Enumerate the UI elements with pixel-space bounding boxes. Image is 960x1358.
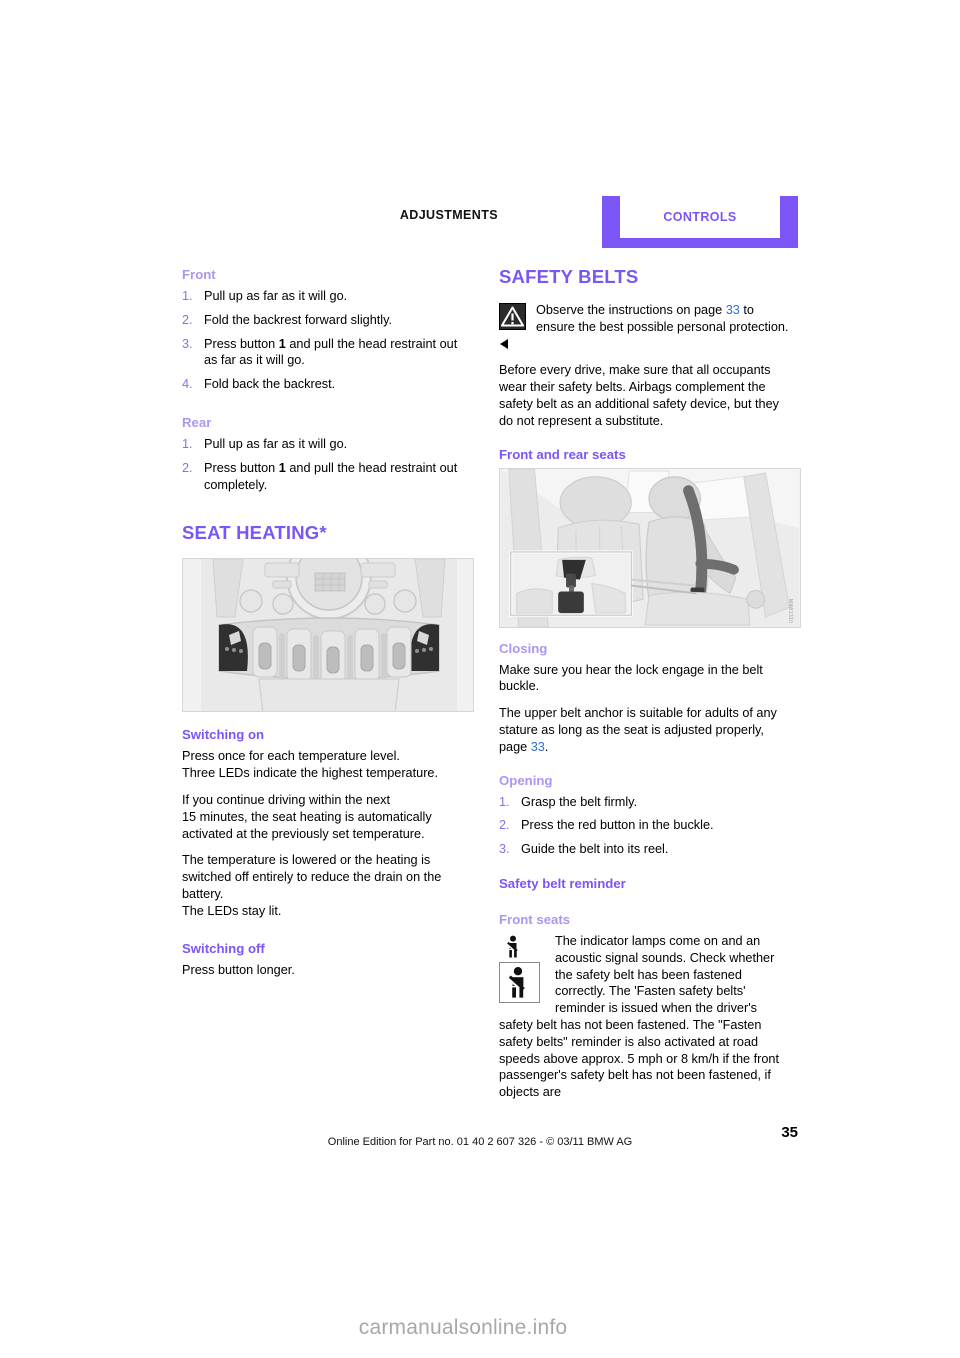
list-number: 4. <box>182 377 193 392</box>
list-number: 3. <box>182 336 193 351</box>
list-text-before: Press button <box>204 460 279 475</box>
list-item: 1. Grasp the belt firmly. <box>499 794 791 811</box>
reminder-icon-column <box>499 933 547 1003</box>
list-item: 3. Press button 1 and pull the head rest… <box>182 336 474 370</box>
seat-belt-illustration <box>500 468 800 627</box>
list-item: 3. Guide the belt into its reel. <box>499 841 791 858</box>
right-column: SAFETY BELTS Observe the instructions on… <box>499 266 801 1101</box>
warning-triangle-icon <box>499 303 526 330</box>
list-number: 1. <box>182 436 193 451</box>
center-console-illustration <box>183 559 473 712</box>
opening-steps-list: 1. Grasp the belt firmly. 2. Press the r… <box>499 794 791 858</box>
figure-center-console <box>182 558 474 713</box>
list-text: Press button 1 and pull the head restrai… <box>204 460 474 494</box>
header-tab-controls[interactable]: CONTROLS <box>602 196 798 248</box>
closing-text-after: . <box>544 739 549 754</box>
footer-edition-text: Online Edition for Part no. 01 40 2 607 … <box>327 1136 633 1148</box>
seatbelt-person-icon <box>503 935 525 959</box>
button-reference: 1 <box>278 336 286 351</box>
front-steps-list: 1. Pull up as far as it will go. 2. Fold… <box>182 288 474 393</box>
header-tab-inner: CONTROLS <box>620 196 780 238</box>
page-header: ADJUSTMENTS CONTROLS <box>180 196 798 248</box>
list-text-before: Press button <box>204 336 279 351</box>
list-text: Press button 1 and pull the head restrai… <box>204 336 474 370</box>
list-text: Grasp the belt firmly. <box>521 794 638 809</box>
heading-safety-belts: SAFETY BELTS <box>499 266 639 287</box>
closing-paragraph-2: The upper belt anchor is suitable for ad… <box>499 705 791 755</box>
warning-text-before: Observe the instructions on page <box>536 303 726 317</box>
switching-on-paragraph-1: Press once for each temperature level. T… <box>182 749 439 781</box>
header-tab-label: CONTROLS <box>663 210 737 224</box>
heading-safety-belt-reminder: Safety belt reminder <box>499 875 626 891</box>
figure-code-label: MINI1310 <box>787 598 793 623</box>
switching-on-paragraph-2: If you continue driving within the next … <box>182 792 432 841</box>
seatbelt-warning-lamp-icon <box>499 961 540 1003</box>
list-number: 3. <box>499 842 510 857</box>
page-reference-link[interactable]: 33 <box>531 740 545 754</box>
heading-front: Front <box>182 267 216 282</box>
list-number: 2. <box>499 818 510 833</box>
list-item: 4. Fold back the backrest. <box>182 376 474 393</box>
note-end-arrow-icon <box>500 338 508 349</box>
list-item: 1. Pull up as far as it will go. <box>182 288 474 305</box>
heading-front-and-rear-seats: Front and rear seats <box>499 446 626 462</box>
list-item: 2. Fold the backrest forward slightly. <box>182 312 474 329</box>
list-item: 2. Press the red button in the buckle. <box>499 817 791 834</box>
header-section-adjustments: ADJUSTMENTS <box>399 208 498 222</box>
list-number: 2. <box>182 460 193 475</box>
list-text: Fold back the backrest. <box>204 377 336 392</box>
warning-note: Observe the instructions on page 33 to e… <box>499 302 791 352</box>
switching-off-paragraph: Press button longer. <box>182 962 295 977</box>
watermark: carmanualsonline.info <box>358 1316 568 1339</box>
heading-rear: Rear <box>182 414 212 430</box>
heading-opening: Opening <box>499 772 553 788</box>
manual-page: ADJUSTMENTS CONTROLS Front 1. Pull up as… <box>0 0 960 1358</box>
list-item: 1. Pull up as far as it will go. <box>182 436 474 453</box>
heading-switching-on: Switching on <box>182 727 265 743</box>
heading-switching-off: Switching off <box>182 940 265 956</box>
list-text: Press the red button in the buckle. <box>521 818 714 833</box>
list-number: 1. <box>499 794 510 809</box>
heading-closing: Closing <box>499 640 548 656</box>
list-text: Guide the belt into its reel. <box>521 842 669 857</box>
heading-front-seats: Front seats <box>499 911 571 927</box>
switching-on-paragraph-3: The temperature is lowered or the heatin… <box>182 853 442 918</box>
figure-seat-belt: MINI1310 <box>499 467 801 628</box>
heading-seat-heating: SEAT HEATING* <box>182 522 327 544</box>
button-reference: 1 <box>278 460 286 475</box>
list-number: 2. <box>182 312 193 327</box>
list-text: Fold the backrest forward slightly. <box>204 312 393 327</box>
list-text: Pull up as far as it will go. <box>204 436 348 451</box>
left-column: Front 1. Pull up as far as it will go. 2… <box>182 266 474 988</box>
safety-belt-reminder-note: The indicator lamps come on and an acous… <box>499 933 791 1101</box>
list-text: Pull up as far as it will go. <box>204 289 348 303</box>
closing-paragraph-1: Make sure you hear the lock engage in th… <box>499 662 763 694</box>
page-number: 35 <box>781 1124 798 1141</box>
list-item: 2. Press button 1 and pull the head rest… <box>182 460 474 494</box>
safety-belts-intro: Before every drive, make sure that all o… <box>499 363 780 428</box>
list-number: 1. <box>182 289 193 303</box>
page-reference-link[interactable]: 33 <box>726 303 740 317</box>
rear-steps-list: 1. Pull up as far as it will go. 2. Pres… <box>182 436 474 493</box>
